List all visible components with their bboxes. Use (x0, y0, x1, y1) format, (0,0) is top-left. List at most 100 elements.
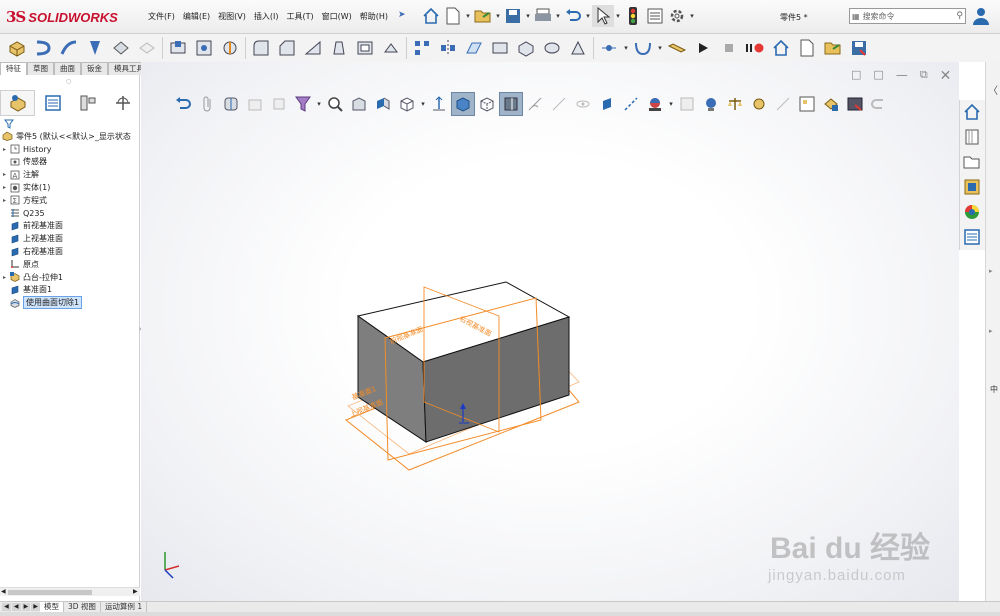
tree-item[interactable]: 上视基准面 (0, 232, 140, 245)
cmd-save-button[interactable] (846, 35, 872, 61)
revolved-cut-button[interactable] (217, 35, 243, 61)
solidworks-logo[interactable]: 3S SOLIDWORKS (6, 8, 118, 26)
expand-arrow-icon[interactable]: ▸ (0, 146, 9, 153)
menu-tools[interactable]: 工具(T) (286, 11, 313, 22)
undo-dropdown-icon[interactable]: ▾ (584, 12, 592, 20)
hole-wizard-button[interactable] (191, 35, 217, 61)
revolved-boss-button[interactable] (30, 35, 56, 61)
new-document-button[interactable] (442, 5, 464, 27)
tab-sketch[interactable]: 草图 (27, 62, 54, 75)
task-pane-design-library-tab[interactable] (960, 175, 984, 199)
curve-button[interactable] (630, 35, 656, 61)
tree-item[interactable]: 前视基准面 (0, 220, 140, 233)
split-line-button[interactable] (539, 35, 565, 61)
reference-dropdown-icon[interactable]: ▾ (622, 44, 630, 52)
lofted-boss-button[interactable] (82, 35, 108, 61)
wrap-button[interactable] (378, 35, 404, 61)
play-button[interactable] (690, 35, 716, 61)
tree-item[interactable]: Q235 (0, 207, 140, 220)
curves-button[interactable] (487, 35, 513, 61)
search-icon[interactable]: ⚲ (956, 11, 963, 21)
expand-task-pane-icon[interactable]: 〈 (988, 82, 998, 97)
tree-item[interactable]: ▸ 凸台-拉伸1 (0, 271, 140, 284)
tree-item[interactable]: 右视基准面 (0, 245, 140, 258)
options-button[interactable] (666, 5, 688, 27)
task-pane-file-explorer-tab[interactable] (960, 150, 984, 174)
menu-window[interactable]: 窗口(W) (322, 11, 352, 22)
property-manager-tab[interactable] (35, 90, 70, 116)
tab-motion-study[interactable]: 运动算例 1 (101, 602, 148, 612)
select-dropdown-icon[interactable]: ▾ (614, 12, 622, 20)
dimxpert-manager-tab[interactable] (105, 90, 140, 116)
open-dropdown-icon[interactable]: ▾ (494, 12, 502, 20)
scroll-right-icon[interactable]: ▶ (133, 588, 138, 595)
pin-menu-icon[interactable]: ➤ (398, 10, 406, 20)
menu-file[interactable]: 文件(F) (148, 11, 175, 22)
menu-edit[interactable]: 编辑(E) (183, 11, 210, 22)
save-button[interactable] (502, 5, 524, 27)
cmd-new-button[interactable] (794, 35, 820, 61)
expand-arrow-icon[interactable]: ▸ (0, 184, 9, 191)
expand-arrow-icon[interactable]: ▸ (0, 171, 9, 178)
tab-3d-view[interactable]: 3D 视图 (64, 602, 101, 612)
extruded-boss-button[interactable] (4, 35, 30, 61)
shell-button[interactable] (352, 35, 378, 61)
reference-geometry-button[interactable] (461, 35, 487, 61)
new-dropdown-icon[interactable]: ▾ (464, 12, 472, 20)
configuration-manager-tab[interactable] (70, 90, 105, 116)
next-tab-icon[interactable]: ▶ (21, 603, 31, 611)
tab-surfaces[interactable]: 曲面 (54, 62, 81, 75)
scroll-arrow-icon[interactable]: ▸ (989, 327, 993, 335)
feature-tree-scrollbar[interactable]: ◀ ▶ (0, 587, 140, 596)
task-pane-resources-tab[interactable] (960, 125, 984, 149)
instant3d-button[interactable] (513, 35, 539, 61)
tree-item[interactable]: 原点 (0, 258, 140, 271)
task-pane-appearances-tab[interactable] (960, 200, 984, 224)
tree-item[interactable]: ▸ History (0, 143, 140, 156)
swept-boss-button[interactable] (56, 35, 82, 61)
menu-view[interactable]: 视图(V) (218, 11, 246, 22)
linear-pattern-button[interactable] (409, 35, 435, 61)
panel-splitter-handle-icon[interactable]: ○ (66, 78, 71, 85)
home-button[interactable] (420, 5, 442, 27)
select-button[interactable] (592, 5, 614, 27)
tree-item[interactable]: 使用曲面切除1 (0, 296, 140, 310)
tab-scroll-arrows[interactable]: ◀ ◀ ▶ ▶ (0, 603, 40, 611)
tree-item[interactable]: 传感器 (0, 156, 140, 169)
user-account-button[interactable] (972, 6, 990, 29)
intersect-button[interactable] (565, 35, 591, 61)
tab-sheet-metal[interactable]: 钣金 (81, 62, 108, 75)
stop-button[interactable] (716, 35, 742, 61)
tree-item[interactable]: 基准面1 (0, 284, 140, 297)
rebuild-button[interactable] (622, 5, 644, 27)
cmd-open-button[interactable] (820, 35, 846, 61)
open-button[interactable] (472, 5, 494, 27)
scroll-arrow-icon[interactable]: ▸ (989, 267, 993, 275)
last-tab-icon[interactable]: ▶ (31, 603, 40, 611)
expand-arrow-icon[interactable]: ▸ (0, 274, 9, 281)
task-pane-home-tab[interactable] (960, 100, 984, 124)
save-dropdown-icon[interactable]: ▾ (524, 12, 532, 20)
tree-root-part[interactable]: 零件5 (默认<<默认>_显示状态 (0, 130, 140, 143)
print-dropdown-icon[interactable]: ▾ (554, 12, 562, 20)
draft-button[interactable] (326, 35, 352, 61)
prev-tab-icon[interactable]: ◀ (11, 603, 21, 611)
first-tab-icon[interactable]: ◀ (2, 603, 11, 611)
print-button[interactable] (532, 5, 554, 27)
scroll-left-icon[interactable]: ◀ (1, 588, 6, 595)
search-scope-icon[interactable]: ▦ (852, 12, 860, 21)
tree-item[interactable]: ▸ A 注解 (0, 168, 140, 181)
tab-features[interactable]: 特征 (0, 62, 27, 75)
options-dropdown-icon[interactable]: ▾ (688, 12, 696, 20)
curve-dropdown-icon[interactable]: ▾ (656, 44, 664, 52)
scrollbar-thumb[interactable] (8, 590, 92, 595)
extruded-cut-button[interactable] (165, 35, 191, 61)
feature-manager-tab[interactable] (0, 90, 35, 116)
rib-button[interactable] (300, 35, 326, 61)
tab-model[interactable]: 模型 (40, 602, 64, 612)
menu-help[interactable]: 帮助(H) (360, 11, 388, 22)
measure-button[interactable] (664, 35, 690, 61)
mirror-button[interactable] (435, 35, 461, 61)
search-commands-input[interactable]: ▦ 搜索命令 ⚲ (849, 8, 966, 24)
expand-arrow-icon[interactable]: ▸ (0, 197, 9, 204)
